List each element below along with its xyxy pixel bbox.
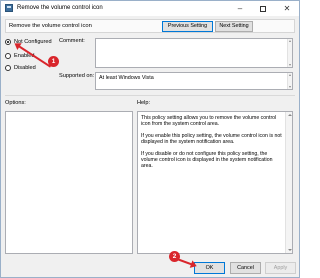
radio-disabled-label: Disabled xyxy=(14,65,36,71)
comment-textarea[interactable] xyxy=(95,38,293,68)
radio-not-configured-indicator[interactable] xyxy=(5,39,11,45)
radio-disabled-indicator[interactable] xyxy=(5,65,11,71)
next-setting-button[interactable]: Next Setting xyxy=(215,21,253,32)
maximize-icon xyxy=(260,5,266,12)
options-panel xyxy=(5,111,133,254)
supported-on-label: Supported on: xyxy=(59,73,95,79)
annotation-marker-1: 1 xyxy=(48,56,59,67)
section-divider xyxy=(5,95,295,96)
supported-on-field: At least Windows Vista xyxy=(95,72,293,90)
group-policy-dialog: Remove the volume control icon – ✕ Remov… xyxy=(0,0,300,278)
scroll-up-icon[interactable] xyxy=(287,114,292,116)
radio-not-configured[interactable]: Not Configured xyxy=(5,39,52,45)
ok-button[interactable]: OK xyxy=(194,262,225,274)
supported-on-value: At least Windows Vista xyxy=(99,75,154,81)
scroll-up-icon[interactable] xyxy=(289,74,291,76)
annotation-marker-2: 2 xyxy=(169,251,180,262)
annotation-arrow-2 xyxy=(176,258,195,267)
previous-setting-button[interactable]: Previous Setting xyxy=(162,21,213,32)
maximize-button[interactable] xyxy=(252,1,274,16)
supported-scrollbar[interactable] xyxy=(287,73,292,89)
cancel-button[interactable]: Cancel xyxy=(230,262,261,274)
help-label: Help: xyxy=(137,100,151,106)
help-panel: This policy setting allows you to remove… xyxy=(137,111,293,254)
scroll-down-icon[interactable] xyxy=(287,249,292,251)
help-paragraph: If you disable or do not configure this … xyxy=(141,150,273,170)
window-title: Remove the volume control icon xyxy=(17,5,103,11)
policy-app-icon xyxy=(5,4,13,12)
help-paragraph: This policy setting allows you to remove… xyxy=(141,115,277,128)
close-button[interactable]: ✕ xyxy=(276,1,298,16)
minimize-button[interactable]: – xyxy=(229,1,251,16)
scroll-down-icon[interactable] xyxy=(289,86,291,88)
help-paragraph: If you enable this policy setting, the v… xyxy=(141,132,282,146)
help-scrollbar[interactable] xyxy=(285,112,292,253)
options-label: Options: xyxy=(5,100,26,106)
scroll-down-icon[interactable] xyxy=(289,64,291,66)
radio-enabled-indicator[interactable] xyxy=(5,53,11,59)
comment-scrollbar[interactable] xyxy=(287,39,292,67)
comment-label: Comment: xyxy=(59,38,85,44)
scroll-up-icon[interactable] xyxy=(289,40,291,42)
apply-button: Apply xyxy=(265,262,296,274)
policy-name: Remove the volume control icon xyxy=(9,23,92,29)
radio-disabled[interactable]: Disabled xyxy=(5,65,36,71)
title-bar: Remove the volume control icon – ✕ xyxy=(1,1,299,16)
